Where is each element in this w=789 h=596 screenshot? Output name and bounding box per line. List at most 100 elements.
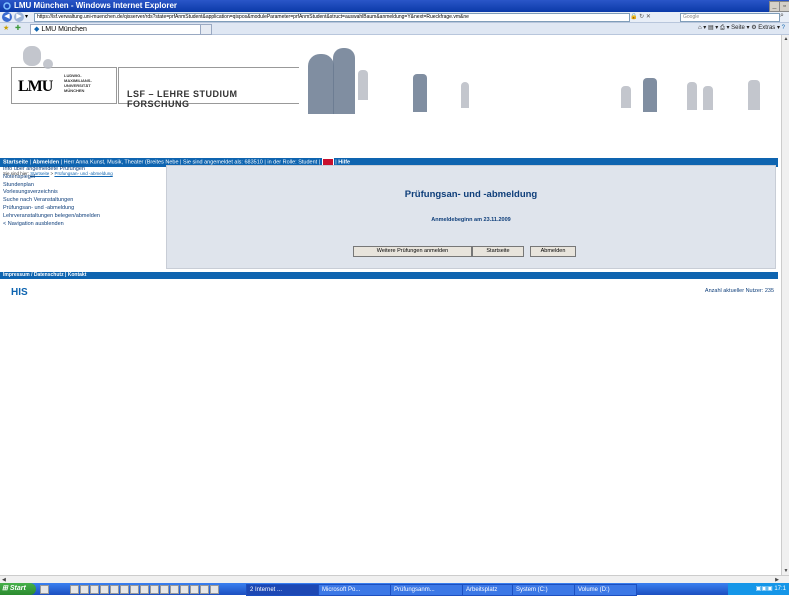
ie-logo-icon [3, 2, 11, 10]
quicklaunch-icon[interactable] [130, 585, 139, 594]
tab-bar: ★ ✚ ◆ LMU München ⌂ ▾ ▤ ▾ ⎙ ▾ Seite ▾ ⚙ … [0, 23, 789, 35]
lock-icon[interactable]: 🔒 [630, 14, 637, 20]
footer-links[interactable]: Impressum / Datenschutz | Kontakt [3, 272, 86, 278]
window-title: LMU München - Windows Internet Explorer [14, 1, 178, 10]
tray-icons[interactable]: ▣▣▣ [756, 586, 773, 592]
logout-button[interactable]: Abmelden [530, 246, 576, 257]
header-photo-figure [748, 80, 760, 110]
quicklaunch-icon[interactable] [120, 585, 129, 594]
header-photo-figure [643, 78, 657, 112]
header-photo-figure [703, 86, 713, 110]
help-icon[interactable]: ? [782, 25, 785, 31]
header-photo-figure [413, 74, 427, 112]
quicklaunch-icon[interactable] [70, 585, 79, 594]
address-bar: ◀ ▶ ▾ https://lsf.verwaltung.uni-muenche… [0, 12, 789, 23]
refresh-icon[interactable]: ↻ [639, 14, 644, 20]
taskbar-item-internet[interactable]: 2 Internet ... [246, 584, 319, 596]
sidebar-item-hide-navigation[interactable]: < Navigation ausblenden [3, 221, 163, 229]
quicklaunch-icon[interactable] [200, 585, 209, 594]
sidebar-item-exam-registration[interactable]: Prüfungsan- und -abmeldung [3, 205, 163, 213]
sidebar-item-grades[interactable]: Notenspiegel [3, 174, 163, 182]
quicklaunch-icon[interactable] [100, 585, 109, 594]
header-photo-figure [43, 59, 53, 69]
header-photo-figure [333, 48, 355, 114]
lsf-banner: LSF – LEHRE STUDIUM FORSCHUNG [118, 67, 299, 109]
feeds-icon[interactable]: ▤ [708, 25, 714, 31]
start-button[interactable]: ⊞ Start [0, 583, 36, 595]
quicklaunch-icon[interactable] [80, 585, 89, 594]
quicklaunch-icon[interactable] [210, 585, 219, 594]
his-logo: HIS [11, 287, 28, 298]
windows-logo-icon: ⊞ [2, 585, 8, 592]
header-photo-figure [358, 70, 368, 100]
address-actions[interactable]: 🔒 ↻ ✕ [630, 13, 651, 20]
stop-icon[interactable]: ✕ [646, 14, 651, 20]
forward-button[interactable]: ▶ [14, 12, 24, 22]
lmu-logo-text: LMU [18, 78, 53, 95]
header-photo-figure [23, 46, 41, 66]
header-photo-figure [621, 86, 631, 108]
sidebar-item-course-search[interactable]: Suche nach Veranstaltungen [3, 197, 163, 205]
quicklaunch-icon[interactable] [160, 585, 169, 594]
new-tab-button[interactable] [200, 24, 212, 35]
tab-lmu[interactable]: ◆ LMU München [30, 24, 203, 35]
url-field[interactable]: https://lsf.verwaltung.uni-muenchen.de/q… [34, 13, 630, 22]
extras-menu[interactable]: Extras [758, 25, 775, 31]
registration-start-text: Anmeldebeginn am 23.11.2009 [431, 217, 511, 223]
quicklaunch-icon[interactable] [110, 585, 119, 594]
taskbar-item-pruefungsanm[interactable]: Prüfungsanm... [390, 584, 463, 596]
favorites-star-icon[interactable]: ★ [3, 24, 9, 32]
command-bar: ⌂ ▾ ▤ ▾ ⎙ ▾ Seite ▾ ⚙ Extras ▾ ? [697, 25, 785, 31]
page-menu[interactable]: Seite [731, 25, 745, 31]
lmu-logo-subtext: LUDWIG- MAXIMILIANS- UNIVERSITÄT MÜNCHEN [64, 73, 92, 93]
start-label: Start [9, 585, 26, 592]
site-header: LMU LUDWIG- MAXIMILIANS- UNIVERSITÄT MÜN… [3, 44, 775, 132]
quicklaunch-icon[interactable] [170, 585, 179, 594]
window-titlebar: LMU München - Windows Internet Explorer … [0, 0, 789, 12]
search-icon[interactable]: ⌕ [780, 12, 784, 20]
restore-button[interactable]: ▫ [779, 1, 789, 12]
sidebar-item-course-catalog[interactable]: Vorlesungsverzeichnis [3, 189, 163, 197]
sidebar-item-course-enrollment[interactable]: Lehrveranstaltungen belegen/abmelden [3, 213, 163, 221]
register-more-exams-button[interactable]: Weitere Prüfungen anmelden [353, 246, 472, 257]
quicklaunch-icon[interactable] [140, 585, 149, 594]
print-icon[interactable]: ⎙ [720, 25, 725, 31]
scroll-down-icon[interactable]: ▼ [783, 568, 789, 574]
taskbar-item-volume-d[interactable]: Volume (D:) [574, 584, 637, 596]
home-icon[interactable]: ⌂ [698, 25, 702, 31]
vertical-scrollbar[interactable]: ▲ ▼ [781, 35, 789, 575]
windows-taskbar: ⊞ Start 2 Internet ... Microsoft Po... P… [0, 583, 789, 596]
tools-icon[interactable]: ⚙ [751, 25, 756, 31]
header-photo-figure [461, 82, 469, 108]
tab-label: LMU München [41, 26, 87, 33]
taskbar-item-arbeitsplatz[interactable]: Arbeitsplatz [462, 584, 515, 596]
main-panel: Prüfungsan- und -abmeldung Anmeldebeginn… [166, 165, 776, 269]
lsf-title: LSF – LEHRE STUDIUM FORSCHUNG [127, 89, 238, 109]
page-content: LMU LUDWIG- MAXIMILIANS- UNIVERSITÄT MÜN… [0, 35, 781, 575]
back-button[interactable]: ◀ [2, 12, 12, 22]
quicklaunch-icon[interactable] [90, 585, 99, 594]
add-favorite-icon[interactable]: ✚ [15, 24, 21, 32]
quicklaunch-icon[interactable] [180, 585, 189, 594]
history-dropdown-icon[interactable]: ▾ [25, 13, 28, 20]
active-users-count: Anzahl aktueller Nutzer: 235 [704, 288, 774, 294]
quicklaunch-icon[interactable] [40, 585, 49, 594]
tab-favicon-icon: ◆ [34, 26, 40, 33]
clock: 17:1 [774, 586, 786, 592]
sidebar-item-timetable[interactable]: Stundenplan [3, 182, 163, 190]
header-photo-figure [308, 54, 334, 114]
system-tray: ▣▣▣ 17:1 [728, 583, 789, 595]
quicklaunch-icon[interactable] [150, 585, 159, 594]
taskbar-item-system-c[interactable]: System (C:) [512, 584, 575, 596]
search-input[interactable]: Google [680, 13, 780, 22]
lmu-logo[interactable]: LMU LUDWIG- MAXIMILIANS- UNIVERSITÄT MÜN… [11, 67, 117, 104]
sidebar-menu: Info über angemeldete Prüfungen Notenspi… [3, 166, 163, 228]
header-photo-figure [687, 82, 697, 110]
quicklaunch-icon[interactable] [190, 585, 199, 594]
page-title: Prüfungsan- und -abmeldung [404, 189, 538, 200]
home-button[interactable]: Startseite [472, 246, 524, 257]
footer-bar: Impressum / Datenschutz | Kontakt [0, 272, 778, 279]
scroll-up-icon[interactable]: ▲ [783, 36, 789, 42]
taskbar-item-powerpoint[interactable]: Microsoft Po... [318, 584, 391, 596]
sidebar-item-exam-info[interactable]: Info über angemeldete Prüfungen [3, 166, 163, 174]
